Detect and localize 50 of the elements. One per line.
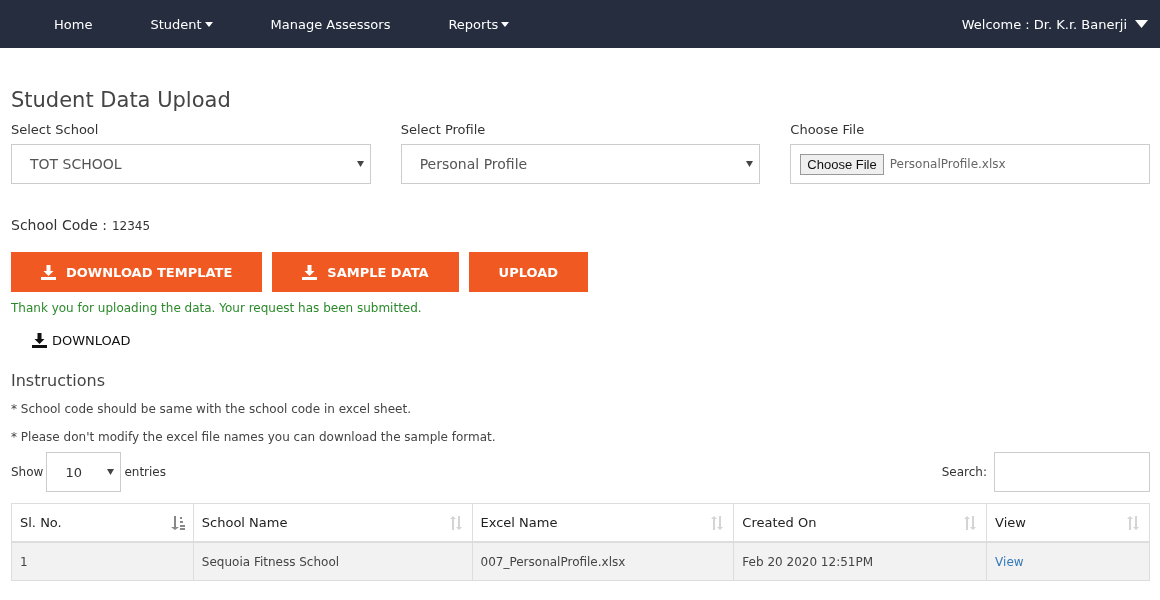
user-menu[interactable]: Welcome : Dr. K.r. Banerji [961,16,1148,32]
dropdown-arrow-icon [746,161,754,167]
page-title: Student Data Upload [11,88,231,112]
download-icon [41,264,56,280]
column-header[interactable]: Sl. No. [20,515,62,530]
file-name: PersonalProfile.xlsx [889,157,1006,171]
sort-icon[interactable] [964,515,979,530]
dropdown-arrow-icon [356,161,364,167]
nav-link[interactable]: Home [37,16,110,32]
table-cell: Feb 20 2020 12:51PM [742,554,874,569]
select-field[interactable]: Personal Profile [400,144,761,184]
file-input[interactable]: Choose File PersonalProfile.xlsx [790,144,1150,184]
search-label: Search: [941,465,987,479]
school-code-value: 12345 [111,219,151,233]
view-link[interactable]: View [995,554,1024,569]
success-message: Thank you for uploading the data. Your request has been submitted. [11,301,423,315]
entries-select[interactable]: 10 [46,452,122,492]
nav-link[interactable]: Student [133,16,230,32]
sort-ascending-icon[interactable] [170,515,185,530]
download-icon [32,333,47,348]
nav-link[interactable]: Reports [431,16,527,32]
column-header[interactable]: Excel Name [480,515,558,530]
choose-file-button[interactable]: Choose File [800,153,884,175]
nav-link[interactable]: Manage Assessors [253,16,408,32]
sort-icon[interactable] [711,515,726,530]
download-link[interactable]: DOWNLOAD [32,333,131,348]
table-cell: 1 [20,554,28,569]
sort-icon[interactable] [1127,515,1141,530]
dropdown-arrow-icon [107,469,115,475]
field-label: Select Profile [400,122,487,137]
caret-icon [204,21,213,27]
school-code-label: School Code : [11,217,107,233]
caret-icon [1135,20,1148,28]
instructions-heading: Instructions [11,371,106,390]
column-header[interactable]: Created On [742,515,817,530]
select-field[interactable]: TOT SCHOOL [11,144,371,184]
search-field[interactable] [994,452,1150,492]
show-label: Show [11,465,44,479]
field-label: Select School [11,122,100,137]
sort-icon[interactable] [449,515,464,530]
caret-icon [501,21,510,27]
download-icon [302,264,318,280]
column-header[interactable]: School Name [201,515,288,530]
instruction-text: * Please don't modify the excel file names you can download the sample format. [11,430,497,444]
table-cell: Sequoia Fitness School [201,554,340,569]
column-header[interactable]: View [995,515,1026,530]
table-cell: 007_PersonalProfile.xlsx [480,554,626,569]
entries-label: entries [124,465,166,479]
instruction-text: * School code should be same with the school code in excel sheet. [11,402,412,416]
field-label: Choose File [790,122,866,137]
